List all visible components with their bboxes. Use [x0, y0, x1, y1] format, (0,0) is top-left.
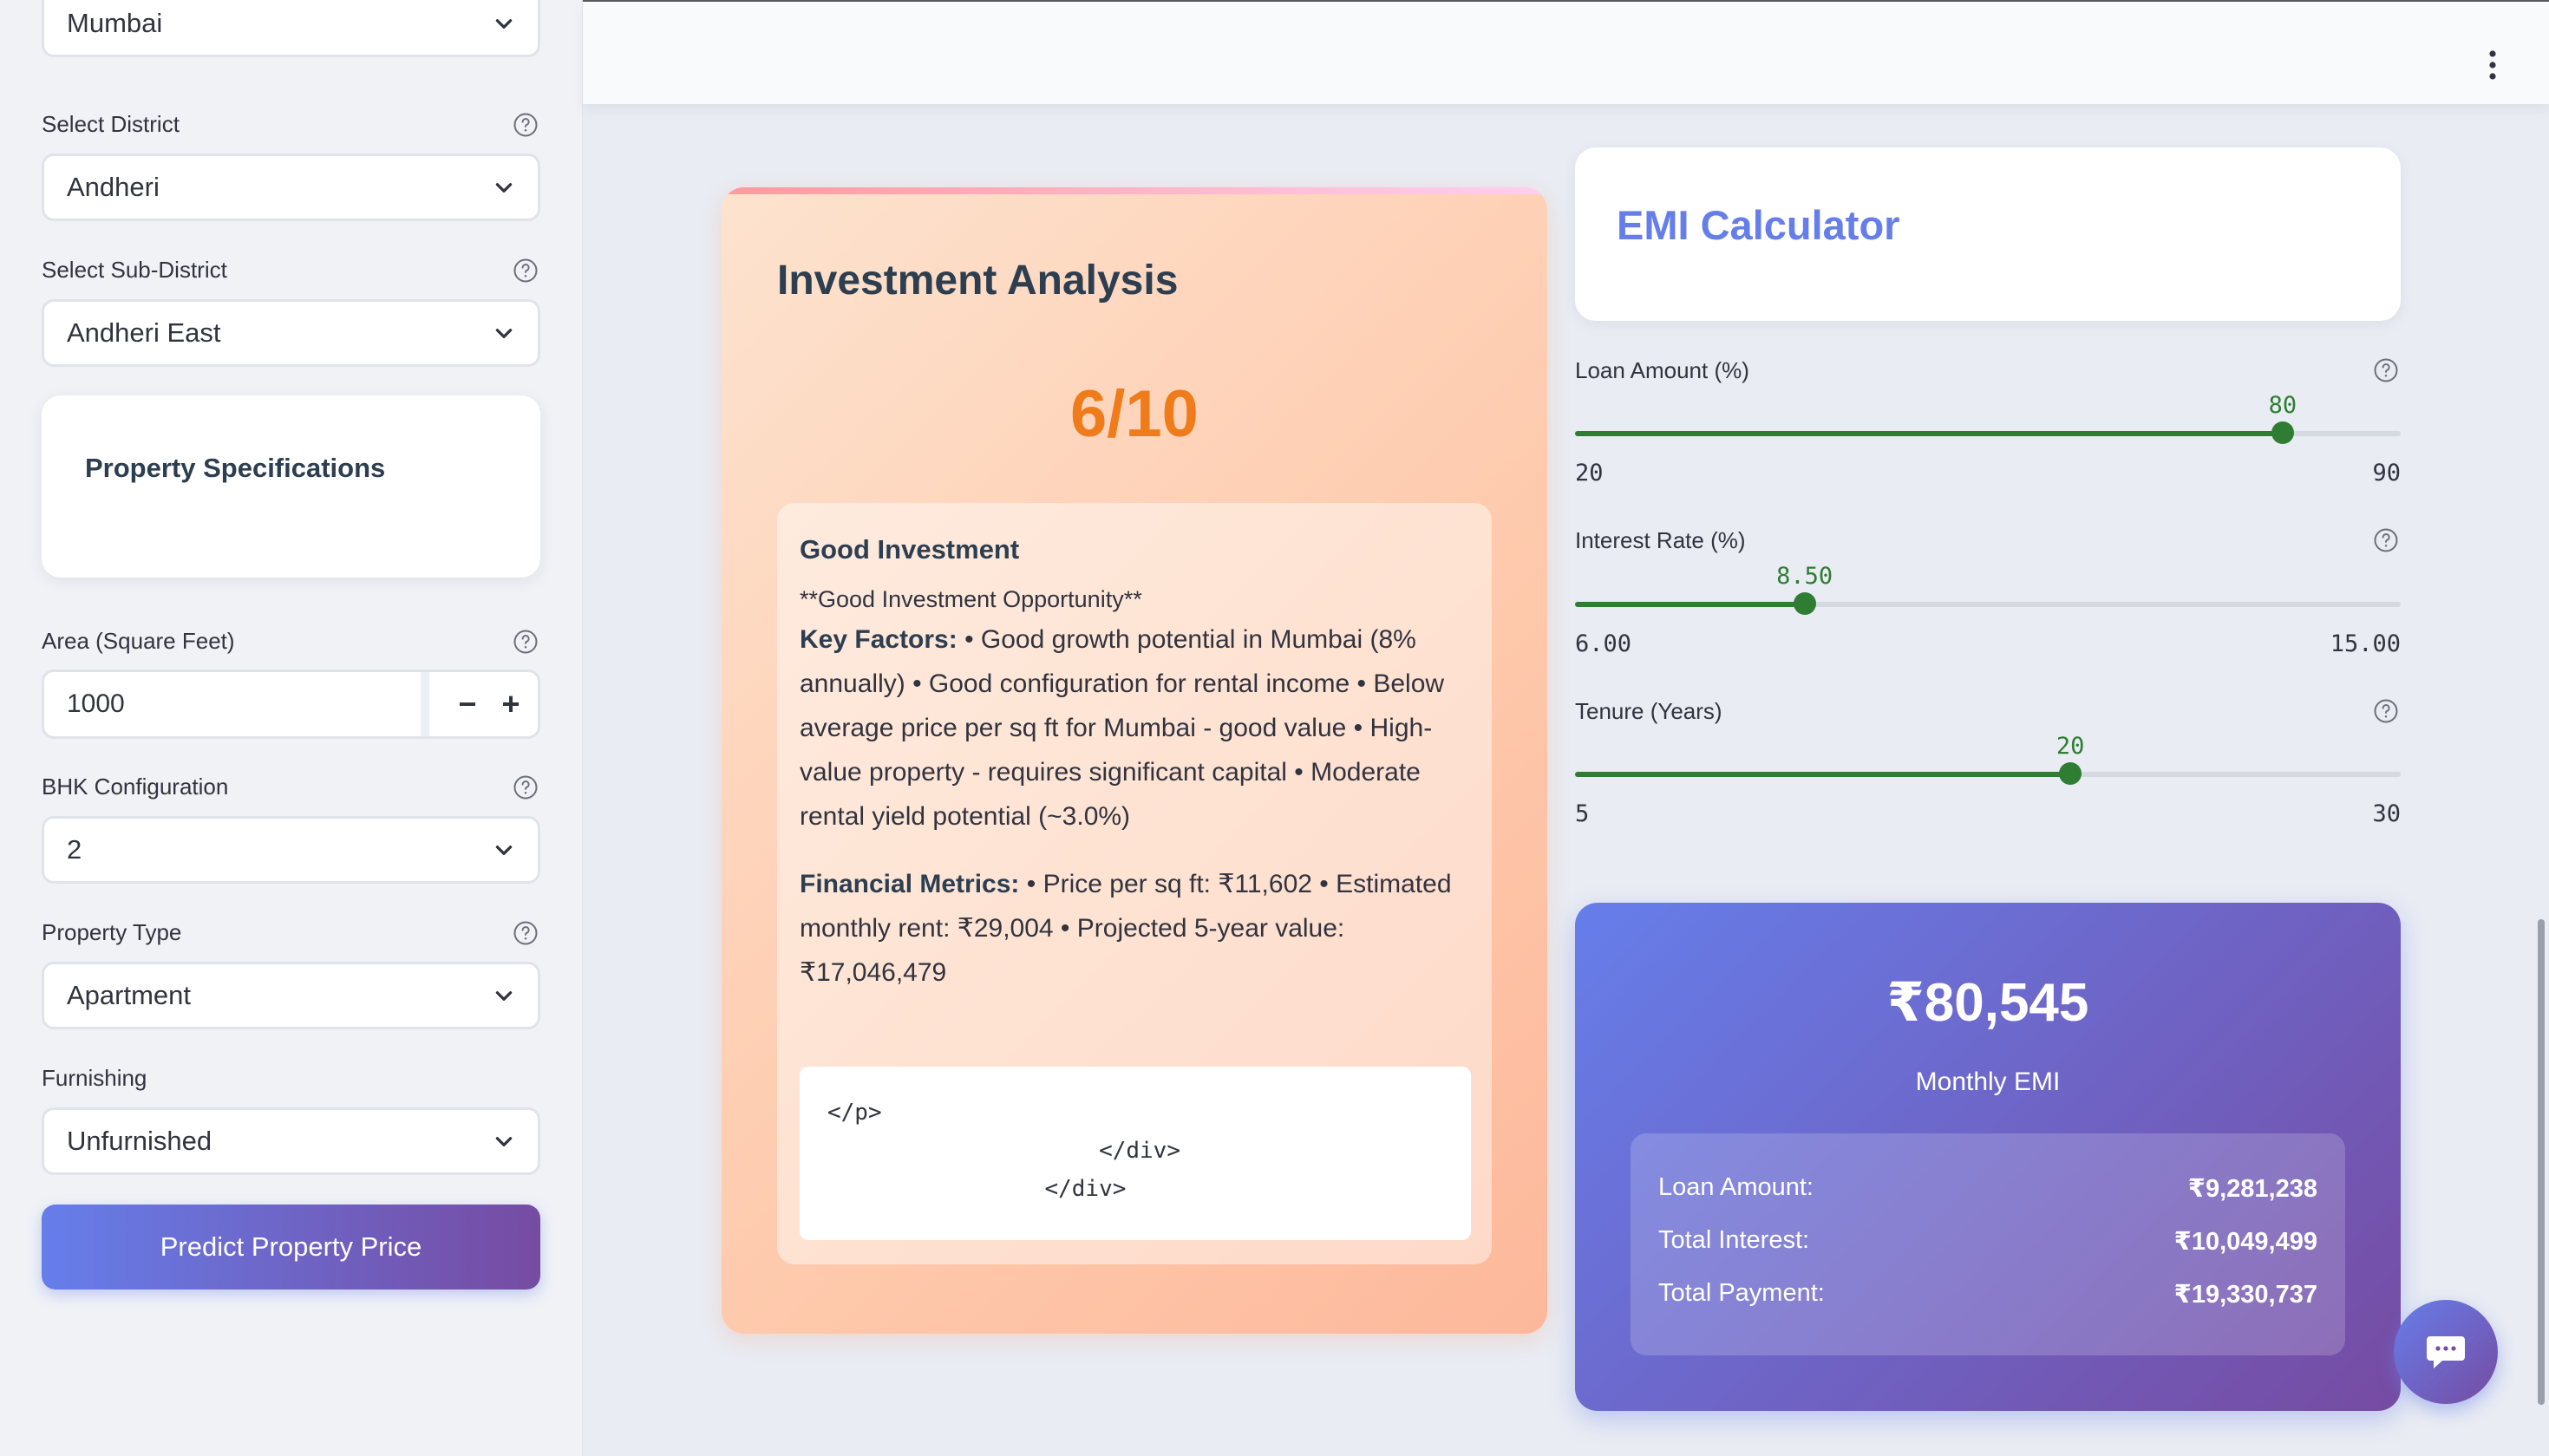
verdict-heading: Good Investment [800, 534, 1020, 565]
breakdown-label: Total Payment: [1658, 1279, 1825, 1307]
loan-amount-label: Loan Amount (%) [1575, 357, 1749, 383]
tenure-slider[interactable] [1575, 762, 2401, 785]
area-number-input[interactable]: 1000 − + [42, 669, 540, 739]
code-block: </p> </div> </div> [800, 1067, 1471, 1240]
district-label: Select District [42, 111, 180, 137]
property-type-select-value: Apartment [67, 980, 192, 1010]
financial-metrics-label: Financial Metrics: [800, 870, 1020, 898]
interest-rate-slider-fill [1575, 602, 1805, 607]
help-icon[interactable] [2373, 698, 2399, 724]
breakdown-value: ₹10,049,499 [2173, 1228, 2317, 1256]
bhk-select-value: 2 [67, 834, 82, 865]
financial-metrics-text: Financial Metrics: • Price per sq ft: ₹1… [800, 862, 1476, 995]
help-icon[interactable] [513, 258, 539, 284]
code-line: </p> [827, 1100, 882, 1126]
code-line: </div> [827, 1138, 1180, 1164]
property-specifications-title: Property Specifications [85, 453, 386, 483]
chat-icon [2427, 1336, 2465, 1368]
loan-amount-slider[interactable] [1575, 421, 2401, 444]
emi-calculator-title: EMI Calculator [1617, 202, 1900, 248]
breakdown-label: Total Interest: [1658, 1226, 1810, 1254]
interest-rate-value: 8.50 [1776, 563, 1833, 590]
sub-district-select[interactable]: Andheri East [42, 299, 540, 367]
area-increment-button[interactable]: + [483, 672, 539, 736]
furnishing-label: Furnishing [42, 1065, 147, 1091]
area-label: Area (Square Feet) [42, 628, 235, 654]
help-icon[interactable] [2373, 357, 2399, 383]
interest-rate-slider-thumb[interactable] [1793, 592, 1816, 615]
sub-district-label: Select Sub-District [42, 257, 227, 283]
chevron-down-icon [495, 329, 513, 338]
investment-analysis-title: Investment Analysis [777, 258, 1179, 304]
district-select-value: Andheri [67, 172, 160, 202]
help-icon[interactable] [2373, 527, 2399, 553]
emi-breakdown: Loan Amount: ₹9,281,238 Total Interest: … [1631, 1133, 2345, 1355]
chevron-down-icon [495, 846, 513, 855]
interest-rate-slider[interactable] [1575, 592, 2401, 615]
chevron-down-icon [495, 19, 513, 29]
page-scrollbar[interactable] [2538, 919, 2545, 1405]
chevron-down-icon [495, 991, 513, 1001]
monthly-emi-amount: ₹80,545 [1886, 973, 2089, 1033]
investment-verdict-box: Good Investment **Good Investment Opport… [777, 503, 1492, 1264]
card-accent-line [722, 187, 1547, 194]
tenure-max: 30 [2372, 800, 2401, 827]
more-vertical-icon[interactable] [2488, 50, 2497, 80]
property-specifications-card: Property Specifications [42, 395, 540, 578]
loan-amount-max: 90 [2372, 460, 2401, 486]
key-factors-content: • Good growth potential in Mumbai (8% an… [800, 625, 1445, 831]
tenure-label: Tenure (Years) [1575, 698, 1722, 724]
help-icon[interactable] [513, 920, 539, 946]
city-select[interactable]: Mumbai [42, 0, 540, 57]
interest-rate-label: Interest Rate (%) [1575, 527, 1746, 553]
tenure-slider-thumb[interactable] [2059, 762, 2082, 785]
emi-result-card: ₹80,545 Monthly EMI Loan Amount: ₹9,281,… [1575, 903, 2401, 1411]
emi-calculator-header: EMI Calculator [1575, 147, 2401, 321]
chevron-down-icon [495, 183, 513, 193]
furnishing-select[interactable]: Unfurnished [42, 1107, 540, 1175]
loan-amount-slider-thumb[interactable] [2271, 421, 2294, 444]
help-icon[interactable] [513, 774, 539, 800]
verdict-subtitle: **Good Investment Opportunity** [800, 586, 1142, 612]
stepper-divider [421, 672, 429, 736]
predict-property-price-button[interactable]: Predict Property Price [42, 1205, 540, 1290]
breakdown-row: Total Interest: ₹10,049,499 [1658, 1226, 2317, 1261]
area-value: 1000 [67, 689, 125, 718]
breakdown-value: ₹19,330,737 [2173, 1281, 2317, 1309]
tenure-min: 5 [1575, 800, 1590, 827]
investment-score: 6/10 [1070, 377, 1199, 451]
tenure-value: 20 [2056, 733, 2085, 760]
interest-rate-min: 6.00 [1575, 630, 1632, 657]
help-icon[interactable] [513, 629, 539, 655]
furnishing-select-value: Unfurnished [67, 1126, 212, 1156]
breakdown-value: ₹9,281,238 [2187, 1175, 2317, 1203]
tenure-slider-fill [1575, 772, 2071, 777]
breakdown-row: Total Payment: ₹19,330,737 [1658, 1279, 2317, 1314]
top-bar [583, 0, 2549, 104]
breakdown-row: Loan Amount: ₹9,281,238 [1658, 1173, 2317, 1208]
code-line: </div> [827, 1176, 1127, 1202]
sidebar: Mumbai Select District Andheri Select Su… [0, 0, 583, 1456]
chevron-down-icon [495, 1137, 513, 1146]
bhk-select[interactable]: 2 [42, 816, 540, 884]
help-icon[interactable] [513, 112, 539, 138]
breakdown-label: Loan Amount: [1658, 1173, 1814, 1201]
monthly-emi-label: Monthly EMI [1915, 1068, 2061, 1096]
chat-button[interactable] [2394, 1300, 2498, 1404]
property-type-label: Property Type [42, 919, 182, 945]
loan-amount-value: 80 [2268, 392, 2297, 419]
key-factors-text: Key Factors: • Good growth potential in … [800, 617, 1476, 839]
district-select[interactable]: Andheri [42, 153, 540, 221]
property-type-select[interactable]: Apartment [42, 962, 540, 1029]
loan-amount-min: 20 [1575, 460, 1604, 486]
interest-rate-max: 15.00 [2330, 630, 2401, 657]
loan-amount-slider-fill [1575, 431, 2283, 436]
sub-district-select-value: Andheri East [67, 317, 221, 348]
bhk-label: BHK Configuration [42, 774, 229, 800]
investment-analysis-card: Investment Analysis 6/10 Good Investment… [722, 187, 1547, 1334]
city-select-value: Mumbai [67, 8, 163, 38]
key-factors-label: Key Factors: [800, 625, 958, 654]
